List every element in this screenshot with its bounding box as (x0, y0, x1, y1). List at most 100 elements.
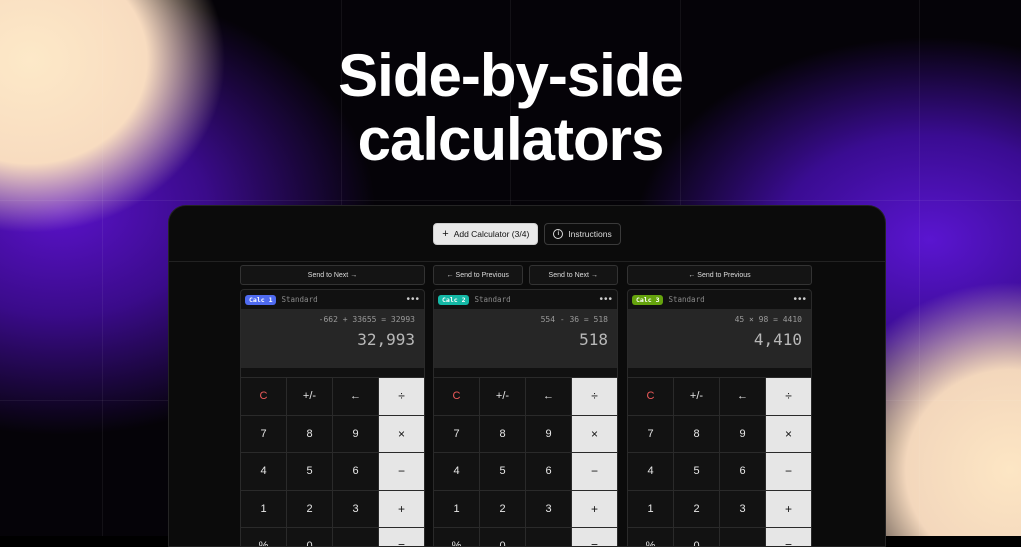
calculator-display: 45 × 98 = 4410 4,410 (628, 309, 811, 368)
key-button[interactable]: % (628, 528, 673, 546)
calculator-badge: Calc 3 (632, 294, 664, 305)
key-button[interactable]: 2 (674, 490, 719, 527)
key-button[interactable]: 2 (480, 490, 525, 527)
key-button[interactable]: ÷ (379, 378, 424, 415)
key-button[interactable]: × (766, 415, 811, 452)
calculator-mode[interactable]: Standard (281, 295, 401, 304)
send-buttons-row: ← Send to Previous Send to Next → (433, 265, 618, 285)
instructions-button[interactable]: i Instructions (544, 222, 621, 245)
key-button[interactable]: 0 (480, 528, 525, 546)
key-button[interactable]: 1 (434, 490, 479, 527)
send-buttons-row: ← Send to Previous (627, 265, 812, 285)
key-button[interactable]: 4 (241, 453, 286, 490)
result-text: 4,410 (753, 330, 802, 349)
key-button[interactable]: − (766, 453, 811, 490)
result-text: 32,993 (357, 330, 415, 349)
key-button[interactable]: 5 (674, 453, 719, 490)
key-button[interactable]: + (766, 490, 811, 527)
key-button[interactable]: = (379, 528, 424, 546)
send-to-previous-button[interactable]: ← Send to Previous (627, 265, 812, 285)
key-button[interactable]: ← (720, 378, 765, 415)
display-spacer (628, 368, 811, 377)
add-calculator-label: Add Calculator (3/4) (453, 228, 530, 239)
display-spacer (434, 368, 617, 377)
key-button[interactable]: = (766, 528, 811, 546)
key-button[interactable]: 8 (287, 415, 332, 452)
key-button[interactable]: × (379, 415, 424, 452)
key-button[interactable] (526, 528, 571, 546)
key-button[interactable]: 5 (287, 453, 332, 490)
key-button[interactable]: 9 (526, 415, 571, 452)
key-button[interactable]: 4 (628, 453, 673, 490)
key-button[interactable]: ← (333, 378, 378, 415)
expression-text: 45 × 98 = 4410 (734, 315, 802, 324)
key-button[interactable]: 6 (333, 453, 378, 490)
key-button[interactable]: 3 (720, 490, 765, 527)
key-button[interactable]: +/- (674, 378, 719, 415)
toolbar: + Add Calculator (3/4) i Instructions (169, 206, 885, 262)
key-button[interactable]: 7 (628, 415, 673, 452)
calculator-panel: Calc 3 Standard ••• 45 × 98 = 4410 4,410… (627, 289, 812, 546)
hero-title-line-1: Side-by-side (338, 42, 684, 109)
calculator-panel: Calc 1 Standard ••• -662 + 33655 = 32993… (240, 289, 425, 546)
key-button[interactable]: 7 (241, 415, 286, 452)
key-button[interactable]: ÷ (572, 378, 617, 415)
key-button[interactable]: 3 (333, 490, 378, 527)
key-button[interactable]: 8 (480, 415, 525, 452)
key-button[interactable]: − (379, 453, 424, 490)
calculator-display: -662 + 33655 = 32993 32,993 (241, 309, 424, 368)
key-button[interactable]: C (434, 378, 479, 415)
calculator-display: 554 - 36 = 518 518 (434, 309, 617, 368)
calculator-2: ← Send to Previous Send to Next → Calc 2 … (433, 265, 618, 546)
key-button[interactable]: % (434, 528, 479, 546)
info-icon: i (553, 228, 564, 239)
key-button[interactable]: − (572, 453, 617, 490)
key-button[interactable]: 6 (720, 453, 765, 490)
calculator-header: Calc 3 Standard ••• (628, 290, 811, 309)
key-button[interactable]: 4 (434, 453, 479, 490)
key-button[interactable] (720, 528, 765, 546)
app-window: + Add Calculator (3/4) i Instructions Se… (168, 205, 886, 547)
key-button[interactable]: 3 (526, 490, 571, 527)
key-button[interactable]: 8 (674, 415, 719, 452)
calculator-mode[interactable]: Standard (474, 295, 594, 304)
key-button[interactable]: 2 (287, 490, 332, 527)
key-button[interactable]: 1 (241, 490, 286, 527)
more-dots-icon[interactable]: ••• (793, 294, 807, 304)
calculator-panel: Calc 2 Standard ••• 554 - 36 = 518 518 C… (433, 289, 618, 546)
key-button[interactable]: 0 (674, 528, 719, 546)
keypad: C +/- ← ÷ 7 8 9 × 4 5 6− 1 2 3 +% 0 = (628, 377, 811, 546)
key-button[interactable]: ← (526, 378, 571, 415)
key-button[interactable]: 7 (434, 415, 479, 452)
expression-text: 554 - 36 = 518 (540, 315, 608, 324)
instructions-label: Instructions (568, 228, 612, 239)
send-to-next-button[interactable]: Send to Next → (528, 265, 618, 285)
key-button[interactable] (333, 528, 378, 546)
key-button[interactable]: + (572, 490, 617, 527)
calculator-header: Calc 1 Standard ••• (241, 290, 424, 309)
calculator-1: Send to Next → Calc 1 Standard ••• -662 … (240, 265, 425, 546)
calculator-mode[interactable]: Standard (668, 295, 788, 304)
key-button[interactable]: +/- (287, 378, 332, 415)
key-button[interactable]: 0 (287, 528, 332, 546)
key-button[interactable]: 1 (628, 490, 673, 527)
key-button[interactable]: ÷ (766, 378, 811, 415)
key-button[interactable]: % (241, 528, 286, 546)
more-dots-icon[interactable]: ••• (406, 294, 420, 304)
key-button[interactable]: 9 (720, 415, 765, 452)
key-button[interactable]: = (572, 528, 617, 546)
key-button[interactable]: + (379, 490, 424, 527)
key-button[interactable]: 9 (333, 415, 378, 452)
hero-title-line-2: calculators (357, 106, 665, 173)
key-button[interactable]: × (572, 415, 617, 452)
key-button[interactable]: C (241, 378, 286, 415)
more-dots-icon[interactable]: ••• (599, 294, 613, 304)
key-button[interactable]: C (628, 378, 673, 415)
key-button[interactable]: +/- (480, 378, 525, 415)
calculator-header: Calc 2 Standard ••• (434, 290, 617, 309)
key-button[interactable]: 6 (526, 453, 571, 490)
send-to-next-button[interactable]: Send to Next → (240, 265, 425, 285)
add-calculator-button[interactable]: + Add Calculator (3/4) (433, 222, 539, 245)
send-to-previous-button[interactable]: ← Send to Previous (433, 265, 523, 285)
key-button[interactable]: 5 (480, 453, 525, 490)
